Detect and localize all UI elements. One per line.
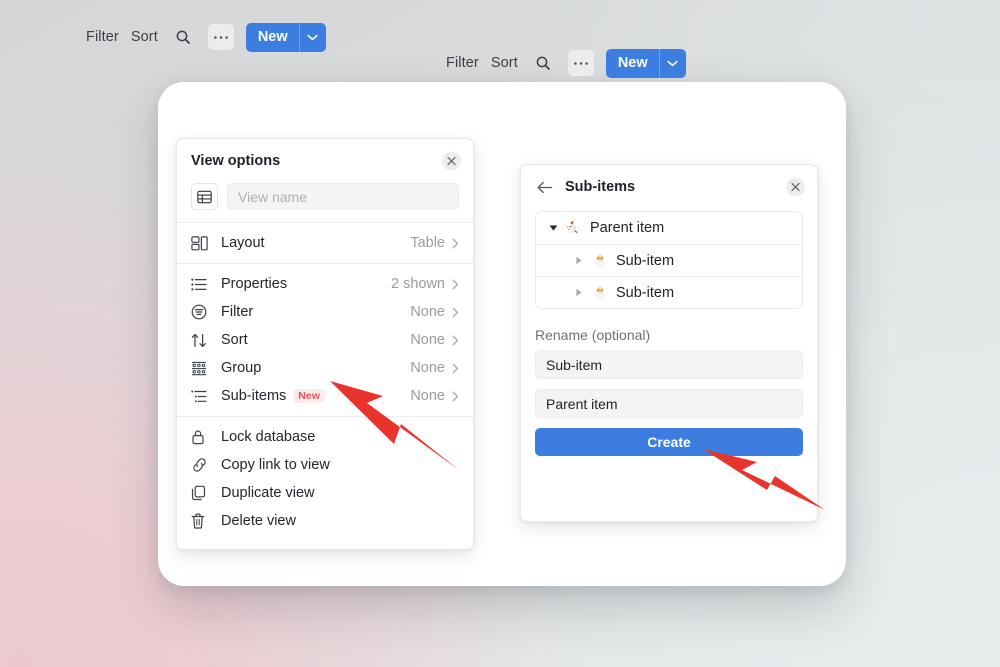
menu-item-value: 2 shown [390,276,445,292]
menu-item-value: None [410,388,445,404]
search-icon[interactable] [170,24,196,50]
tree-row-label: Parent item [590,220,665,236]
tree-row-label: Sub-item [616,284,675,301]
sort-button-secondary[interactable]: Sort [491,55,518,71]
menu-item-label: Group [221,360,262,376]
view-name-row [177,183,473,222]
menu-item-layout[interactable]: Layout Table [177,229,473,257]
new-button-secondary[interactable]: New [605,48,686,78]
toolbar-left: Filter Sort New [86,22,326,52]
close-icon[interactable] [442,151,461,171]
menu-item-sub-items[interactable]: Sub-items New None [177,382,473,410]
sub-items-tree: Parent item Sub-item Sub-item [535,211,803,309]
close-icon[interactable] [786,177,805,197]
chevron-right-icon [452,307,459,318]
arrow-left-icon[interactable] [535,177,555,197]
menu-item-label: Filter [221,304,254,320]
group-icon [191,359,211,377]
menu-item-label: Delete view [221,513,296,529]
sub-items-header: Sub-items [521,165,817,209]
menu-item-copy-link-to-view[interactable]: Copy link to view [177,451,473,479]
sort-button[interactable]: Sort [131,29,158,45]
menu-group-layout: Layout Table [177,223,473,263]
page-title: Sub-items [565,179,636,195]
menu-item-value: None [410,360,445,376]
filter-button-secondary[interactable]: Filter [446,55,479,71]
menu-item-sort[interactable]: Sort None [177,326,473,354]
caret-down-icon[interactable] [546,221,560,235]
rename-label: Rename (optional) [535,327,651,343]
tree-row-label: Sub-item [616,252,675,269]
chevron-right-icon [452,391,459,402]
menu-item-value: Table [410,235,445,251]
trash-icon [191,512,211,530]
table-icon[interactable] [191,183,218,210]
create-button[interactable]: Create [535,428,803,456]
subitems-icon [191,387,211,405]
menu-item-lock-database[interactable]: Lock database [177,423,473,451]
search-icon[interactable] [530,50,556,76]
menu-item-label: Duplicate view [221,485,315,501]
caret-right-icon[interactable] [572,254,586,268]
ellipsis-icon[interactable] [567,50,594,76]
new-button[interactable]: New [245,22,326,52]
menu-item-value: None [410,304,445,320]
list-icon [191,275,211,293]
menu-item-filter[interactable]: Filter None [177,298,473,326]
sub-item-name-input[interactable] [535,350,803,379]
menu-item-label: Properties [221,276,288,292]
page-title: View options [191,153,281,169]
menu-group-actions: Lock database Copy link to view Duplicat… [177,417,473,541]
chevron-down-icon[interactable] [298,22,326,52]
menu-item-delete-view[interactable]: Delete view [177,507,473,535]
menu-item-duplicate-view[interactable]: Duplicate view [177,479,473,507]
chevron-right-icon [452,238,459,249]
tree-row-sub-item[interactable]: Sub-item [536,276,802,308]
menu-item-properties[interactable]: Properties 2 shown [177,270,473,298]
chevron-right-icon [452,279,459,290]
menu-item-label: Copy link to view [221,457,330,473]
chevron-right-icon [452,335,459,346]
layout-icon [191,234,211,252]
chevron-right-icon [452,363,459,374]
lock-icon [191,428,211,446]
tree-row-parent[interactable]: Parent item [536,212,802,244]
new-button-label: New [617,55,648,71]
new-button-label: New [257,29,288,45]
view-options-panel: View options Layout [176,138,474,550]
filter-icon [191,303,211,321]
hatching-chick-emoji [594,286,606,299]
sort-icon [191,331,211,349]
caret-right-icon[interactable] [572,286,586,300]
tree-row-sub-item[interactable]: Sub-item [536,244,802,276]
menu-item-group[interactable]: Group None [177,354,473,382]
chevron-down-icon[interactable] [658,48,686,78]
menu-item-label: Lock database [221,429,316,445]
filter-button[interactable]: Filter [86,29,119,45]
parent-item-name-input[interactable] [535,389,803,418]
view-name-input[interactable] [227,183,459,210]
link-icon [191,456,211,474]
menu-group-configuration: Properties 2 shown Filter None Sort None… [177,264,473,416]
sub-items-panel: Sub-items Parent item Sub-item Sub-item … [520,164,818,522]
status-badge: New [293,389,325,403]
view-options-header: View options [177,139,473,183]
toolbar-right: Filter Sort New [446,48,686,78]
menu-item-label: Sub-items [221,388,287,404]
menu-item-value: None [410,332,445,348]
menu-item-label: Layout [221,235,265,251]
hatching-chick-emoji [594,254,606,267]
ellipsis-icon[interactable] [207,24,234,50]
duplicate-icon [191,484,211,502]
menu-item-label: Sort [221,332,248,348]
rooster-emoji [566,220,578,234]
